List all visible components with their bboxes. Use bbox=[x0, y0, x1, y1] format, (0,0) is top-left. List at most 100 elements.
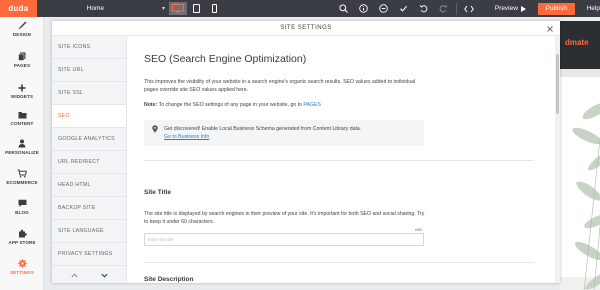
nav-content[interactable]: CONTENT bbox=[0, 111, 44, 126]
tablet-icon bbox=[192, 4, 200, 13]
nav-app-store[interactable]: APP STORE bbox=[0, 229, 44, 245]
check-button[interactable] bbox=[394, 0, 414, 17]
note-text: To change the SEO settings of any page i… bbox=[158, 102, 302, 108]
cart-icon bbox=[17, 169, 27, 178]
business-info-link[interactable]: Go to Business Info bbox=[164, 134, 209, 140]
site-title-heading: Site Title bbox=[144, 189, 171, 196]
nav-personalize-label: PERSONALIZE bbox=[5, 150, 39, 155]
submenu-site-language[interactable]: SITE LANGUAGE bbox=[52, 220, 126, 243]
toolbar-divider bbox=[455, 2, 457, 15]
chat-icon bbox=[18, 199, 26, 207]
page-selector-label: Home bbox=[86, 5, 105, 12]
info-icon bbox=[359, 4, 369, 13]
submenu-site-url[interactable]: SITE URL bbox=[52, 59, 126, 82]
nav-widgets[interactable]: WIDGETS bbox=[0, 84, 44, 99]
site-preview-header: dmate bbox=[560, 21, 600, 69]
code-icon bbox=[463, 5, 474, 12]
seo-note: Note: To change the SEO settings of any … bbox=[144, 102, 321, 108]
code-button[interactable] bbox=[459, 0, 479, 17]
site-title-input[interactable] bbox=[144, 233, 424, 246]
nav-ecommerce-label: ECOMMERCE bbox=[6, 180, 38, 185]
person-icon bbox=[18, 139, 26, 148]
business-schema-notice: Get discovered! Enable Local Business Sc… bbox=[144, 120, 424, 146]
nav-design[interactable]: DESIGN bbox=[0, 21, 44, 37]
submenu-backup-site[interactable]: BACKUP SITE bbox=[52, 197, 126, 220]
search-icon bbox=[339, 4, 349, 13]
puzzle-icon bbox=[18, 229, 27, 238]
nav-personalize[interactable]: PERSONALIZE bbox=[0, 139, 44, 155]
desktop-icon bbox=[172, 4, 185, 13]
submenu-site-icons[interactable]: SITE ICONS bbox=[52, 36, 126, 59]
nav-settings-label: SETTINGS bbox=[10, 270, 34, 275]
settings-submenu: SITE ICONS SITE URL SITE SSL SEO GOOGLE … bbox=[52, 36, 127, 283]
leaves-image bbox=[572, 102, 600, 290]
submenu-site-ssl[interactable]: SITE SSL bbox=[52, 82, 126, 105]
site-title-description: The site title is displayed by search en… bbox=[144, 211, 425, 225]
site-settings-panel: SITE SETTINGS SITE ICONS SITE URL SITE S… bbox=[52, 21, 560, 283]
nav-content-label: CONTENT bbox=[10, 121, 34, 126]
top-toolbar: duda Home ▾ Preview Publish Help bbox=[0, 0, 600, 17]
panel-title: SITE SETTINGS bbox=[280, 25, 332, 31]
submenu-url-redirect[interactable]: URL REDIRECT bbox=[52, 151, 126, 174]
submenu-privacy-settings[interactable]: PRIVACY SETTINGS bbox=[52, 243, 126, 266]
section-divider bbox=[144, 262, 534, 263]
nav-ecommerce[interactable]: ECOMMERCE bbox=[0, 169, 44, 185]
nav-pages-label: PAGES bbox=[13, 63, 31, 68]
preview-button[interactable]: Preview bbox=[495, 5, 526, 12]
check-icon bbox=[400, 5, 408, 12]
site-description-heading: Site Description bbox=[144, 276, 194, 283]
duda-logo[interactable]: duda bbox=[0, 0, 37, 17]
section-divider bbox=[144, 160, 534, 161]
chevron-up-icon[interactable] bbox=[71, 273, 78, 278]
desktop-view-button[interactable] bbox=[169, 2, 188, 15]
seo-intro-text: This improves the visibility of your web… bbox=[144, 79, 416, 93]
nav-blog[interactable]: BLOG bbox=[0, 199, 44, 215]
pages-icon bbox=[18, 52, 26, 61]
publish-button[interactable]: Publish bbox=[537, 2, 575, 15]
undo-button[interactable] bbox=[414, 0, 434, 17]
redo-icon bbox=[440, 5, 448, 13]
close-button[interactable] bbox=[545, 24, 554, 33]
zoom-out-button[interactable] bbox=[374, 0, 394, 17]
notice-text: Get discovered! Enable Local Business Sc… bbox=[164, 126, 362, 132]
panel-scrollbar[interactable] bbox=[555, 36, 560, 283]
help-link[interactable]: Help bbox=[587, 5, 600, 12]
close-icon bbox=[546, 25, 553, 32]
tablet-view-button[interactable] bbox=[187, 2, 205, 15]
minus-circle-icon bbox=[379, 4, 389, 13]
site-preview: dmate bbox=[560, 21, 600, 290]
location-pin-icon bbox=[152, 125, 158, 133]
undo-icon bbox=[420, 5, 428, 13]
play-icon bbox=[520, 5, 526, 12]
left-navigation: DESIGN PAGES WIDGETS CONTENT PERSONALIZE… bbox=[0, 17, 44, 290]
info-button[interactable] bbox=[354, 0, 374, 17]
pages-link[interactable]: PAGES bbox=[303, 102, 321, 108]
nav-app-store-label: APP STORE bbox=[8, 240, 36, 245]
nav-blog-label: BLOG bbox=[15, 210, 29, 215]
note-label: Note: bbox=[144, 102, 158, 108]
panel-header: SITE SETTINGS bbox=[52, 21, 560, 36]
plus-icon bbox=[18, 84, 26, 92]
character-counter: 0/80 bbox=[415, 228, 423, 232]
submenu-google-analytics[interactable]: GOOGLE ANALYTICS bbox=[52, 128, 126, 151]
mobile-icon bbox=[212, 4, 218, 13]
search-button[interactable] bbox=[334, 0, 354, 17]
gear-icon bbox=[17, 259, 27, 268]
mobile-view-button[interactable] bbox=[206, 2, 224, 15]
folder-icon bbox=[18, 112, 26, 119]
brush-icon bbox=[18, 21, 26, 30]
scroll-thumb[interactable] bbox=[556, 54, 559, 114]
nav-pages[interactable]: PAGES bbox=[0, 52, 44, 68]
submenu-seo[interactable]: SEO bbox=[52, 105, 126, 128]
redo-button[interactable] bbox=[434, 0, 454, 17]
preview-label: Preview bbox=[494, 5, 518, 12]
chevron-down-icon[interactable] bbox=[101, 273, 108, 278]
page-title: SEO (Search Engine Optimization) bbox=[144, 53, 307, 65]
nav-design-label: DESIGN bbox=[12, 32, 32, 37]
site-preview-navbar bbox=[560, 69, 600, 77]
submenu-head-html[interactable]: HEAD HTML bbox=[52, 174, 126, 197]
submenu-scroll-controls bbox=[52, 268, 126, 283]
page-selector[interactable]: Home ▾ bbox=[84, 2, 169, 15]
nav-widgets-label: WIDGETS bbox=[10, 94, 34, 99]
nav-settings[interactable]: SETTINGS bbox=[0, 259, 44, 275]
